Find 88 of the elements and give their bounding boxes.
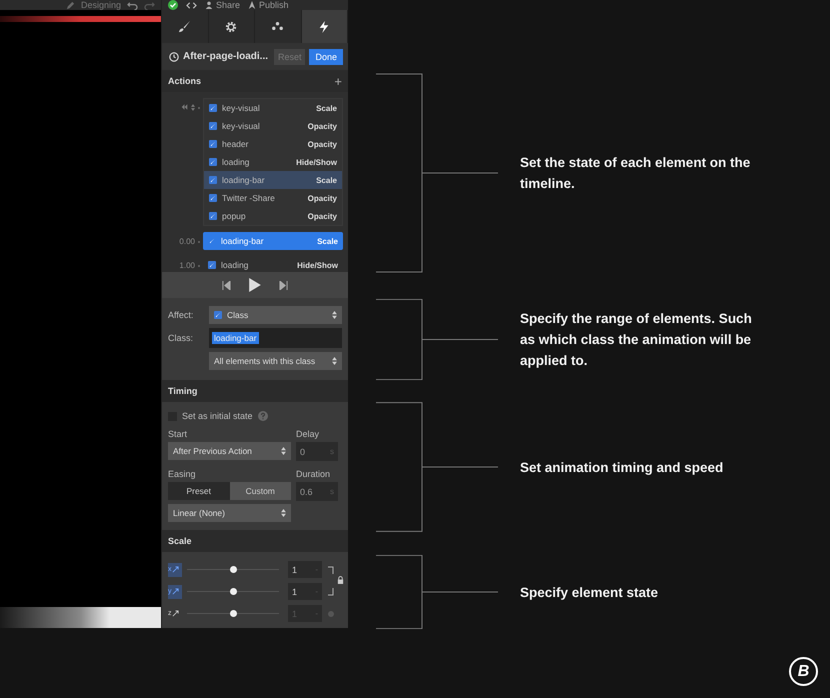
- person-icon: [205, 1, 213, 9]
- trigger-title: After-page-loadi...: [183, 51, 270, 62]
- checkbox-label: Set as initial state: [182, 411, 253, 421]
- help-icon[interactable]: [258, 411, 268, 421]
- done-button[interactable]: Done: [309, 48, 343, 64]
- action-type: Scale: [317, 236, 338, 246]
- settings-icon: [225, 20, 238, 32]
- updown-icon: [281, 509, 286, 517]
- scope-select[interactable]: All elements with this class: [209, 352, 342, 370]
- field-label: Delay: [296, 429, 320, 439]
- scale-input[interactable]: 1 -: [288, 583, 322, 600]
- lightning-icon: [318, 20, 330, 32]
- annotation-text: Specify element state: [520, 584, 660, 602]
- section-title: Scale: [168, 536, 192, 546]
- slider-thumb[interactable]: [230, 566, 237, 573]
- lock-icon[interactable]: [337, 576, 344, 584]
- brush-icon: [178, 20, 192, 33]
- checkbox[interactable]: [209, 194, 217, 202]
- dot-icon: [328, 610, 334, 616]
- action-type: Hide/Show: [296, 158, 337, 166]
- undo-icon[interactable]: [127, 0, 138, 10]
- skip-back-icon[interactable]: [222, 280, 231, 290]
- action-target: loading-bar: [222, 175, 266, 185]
- easing-select[interactable]: Linear (None): [168, 504, 291, 522]
- updown-icon: [332, 357, 337, 365]
- action-type: Opacity: [308, 212, 337, 220]
- checkbox[interactable]: [209, 104, 217, 112]
- easing-tab[interactable]: Preset: [168, 482, 230, 500]
- action-target: key-visual: [222, 103, 261, 113]
- brand-logo: B: [789, 657, 818, 686]
- field-label: Affect:: [168, 310, 194, 320]
- redo-icon[interactable]: [144, 0, 155, 10]
- field-label: Duration: [296, 469, 332, 479]
- brush-icon: [214, 311, 222, 319]
- action-target: Twitter -Share: [222, 193, 276, 203]
- step-time: 0.00: [179, 238, 195, 245]
- publish-button[interactable]: Publish: [248, 0, 289, 10]
- rewind-icon[interactable]: [181, 104, 188, 110]
- updown-icon: [281, 447, 286, 455]
- checkbox[interactable]: [209, 176, 217, 184]
- sort-arrows-icon[interactable]: [191, 104, 195, 111]
- skip-forward-icon[interactable]: [279, 280, 288, 290]
- action-target: loading: [221, 260, 250, 270]
- easing-tab[interactable]: Custom: [230, 482, 291, 500]
- field-label: Start: [168, 429, 188, 439]
- panel-tab[interactable]: [302, 10, 348, 43]
- add-button[interactable]: +: [334, 74, 342, 88]
- step-time: 1.00: [179, 262, 195, 269]
- checkbox[interactable]: [209, 212, 217, 220]
- class-field[interactable]: loading-bar: [209, 328, 342, 348]
- section-title: Actions: [168, 76, 202, 86]
- action-target: loading: [222, 157, 250, 167]
- code-icon[interactable]: [186, 0, 197, 10]
- field-label: Easing: [168, 469, 197, 479]
- action-type: Opacity: [308, 194, 337, 202]
- scale-input[interactable]: 1 -: [288, 561, 322, 578]
- check-circle-icon[interactable]: [168, 0, 178, 10]
- clock-icon: [169, 52, 179, 62]
- annotation-text: Specify the range of elements. Such as which class the animation will be applied to.: [520, 310, 753, 370]
- action-type: Hide/Show: [297, 260, 338, 270]
- updown-icon: [332, 311, 337, 319]
- action-type: Scale: [316, 104, 337, 112]
- action-type: Scale: [316, 176, 337, 184]
- action-target: header: [222, 139, 250, 149]
- play-icon[interactable]: [249, 278, 261, 292]
- class-tag[interactable]: loading-bar: [212, 332, 259, 344]
- checkbox[interactable]: [208, 261, 216, 269]
- bracket-icon: [328, 566, 334, 574]
- action-type: Opacity: [308, 140, 337, 148]
- action-type: Opacity: [308, 122, 337, 130]
- affect-select[interactable]: Class: [209, 306, 342, 324]
- share-button[interactable]: Share: [205, 0, 240, 10]
- action-target: loading-bar: [221, 236, 265, 246]
- checkbox[interactable]: [209, 158, 217, 166]
- annotation-text: Set the state of each element on the timeline.: [520, 154, 752, 193]
- section-title: Timing: [168, 386, 198, 396]
- action-target: key-visual: [222, 121, 261, 131]
- start-select[interactable]: After Previous Action: [168, 442, 291, 460]
- annotation-text: Set animation timing and speed: [520, 458, 724, 477]
- action-row[interactable]: loading-bar Scale: [204, 171, 342, 189]
- action-row[interactable]: loading-bar Scale: [203, 232, 343, 250]
- bracket-icon: [328, 588, 334, 596]
- checkbox[interactable]: [209, 140, 217, 148]
- checkbox[interactable]: [209, 122, 217, 130]
- slider-thumb[interactable]: [230, 588, 237, 595]
- field-label: Class:: [168, 333, 194, 343]
- drops-icon: [271, 20, 284, 33]
- action-target: popup: [222, 211, 247, 221]
